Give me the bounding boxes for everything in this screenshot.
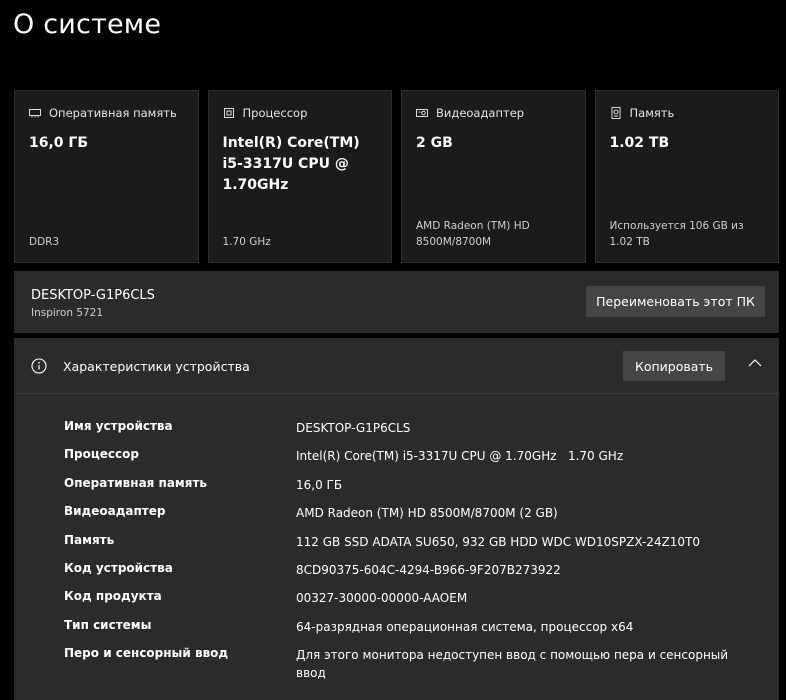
spec-value: 00327-30000-00000-AAOEM	[296, 591, 468, 606]
spec-value: DESKTOP-G1P6CLS	[296, 421, 411, 435]
spec-row: Тип системы 64-разрядная операционная си…	[14, 613, 779, 641]
spec-row: Память 112 GB SSD ADATA SU650, 932 GB HD…	[14, 528, 779, 556]
spec-rows: Имя устройства DESKTOP-G1P6CLS Процессор…	[14, 414, 779, 680]
spec-row: Видеоадаптер AMD Radeon (TM) HD 8500M/87…	[14, 499, 779, 527]
info-icon	[31, 358, 47, 374]
card-value: 1.02 TB	[609, 135, 670, 151]
spec-row: Процессор Intel(R) Core(TM) i5-3317U CPU…	[14, 442, 779, 470]
spec-row: Перо и сенсорный ввод Для этого монитора…	[14, 641, 779, 680]
spec-label: Видеоадаптер	[64, 504, 166, 519]
spec-value: 64-разрядная операционная система, проце…	[296, 619, 634, 634]
chevron-up-icon[interactable]	[748, 358, 762, 368]
card-label: Память	[629, 106, 675, 120]
card-value: 16,0 ГБ	[29, 135, 89, 151]
card-storage: Память 1.02 TB Используется 106 GB из 1.…	[594, 90, 779, 263]
pc-name-bar: DESKTOP-G1P6CLS Inspiron 5721 Переименов…	[14, 271, 779, 333]
card-label: Оперативная память	[49, 106, 177, 120]
summary-cards: Оперативная память 16,0 ГБ DDR3 Процессо…	[14, 90, 779, 263]
spec-row: Имя устройства DESKTOP-G1P6CLS	[14, 414, 779, 442]
card-header: Процессор	[223, 106, 308, 120]
spec-label: Код устройства	[64, 560, 173, 575]
spec-value: 112 GB SSD ADATA SU650, 932 GB HDD WDC W…	[296, 534, 701, 549]
card-value: Intel(R) Core(TM) i5-3317U CPU @ 1.70GHz	[222, 135, 360, 193]
card-footer: 1.70 GHz	[222, 236, 271, 248]
card-header: Память	[610, 106, 675, 120]
card-footer: DDR3	[29, 236, 60, 248]
spec-value: Intel(R) Core(TM) i5-3317U CPU @ 1.70GHz…	[296, 449, 624, 464]
card-processor: Процессор Intel(R) Core(TM) i5-3317U CPU…	[207, 90, 392, 263]
spec-value: 16,0 ГБ	[296, 477, 343, 492]
copy-button[interactable]: Копировать	[623, 351, 725, 381]
spec-label: Оперативная память	[64, 475, 207, 490]
spec-label: Тип системы	[64, 617, 152, 632]
page-title: О системе	[13, 9, 162, 40]
card-footer: AMD Radeon (TM) HD 8500M/8700M	[416, 220, 530, 248]
card-label: Видеоадаптер	[436, 106, 525, 120]
spec-row: Код продукта 00327-30000-00000-AAOEM	[14, 584, 779, 612]
card-header: Видеоадаптер	[416, 106, 524, 120]
spec-value: AMD Radeon (TM) HD 8500M/8700M (2 GB)	[296, 506, 558, 521]
pc-model: Inspiron 5721	[31, 307, 104, 319]
device-specifications: Характеристики устройства Копировать Имя…	[14, 338, 779, 700]
specs-title: Характеристики устройства	[63, 359, 250, 374]
card-memory: Оперативная память 16,0 ГБ DDR3	[14, 90, 199, 263]
spec-label: Код продукта	[64, 589, 162, 604]
pc-name: DESKTOP-G1P6CLS	[31, 288, 155, 303]
about-system-page: О системе Оперативная память 16,0 ГБ DDR…	[0, 0, 786, 700]
storage-icon	[611, 107, 620, 119]
processor-icon	[223, 108, 234, 118]
rename-pc-button[interactable]: Переименовать этот ПК	[586, 286, 765, 317]
card-display-adapter: Видеоадаптер 2 GB AMD Radeon (TM) HD 850…	[401, 90, 586, 263]
spec-label: Имя устройства	[64, 419, 173, 433]
spec-value: Для этого монитора недоступен ввод с пом…	[296, 648, 729, 681]
spec-label: Память	[64, 532, 115, 547]
spec-row: Оперативная память 16,0 ГБ	[14, 471, 779, 499]
spec-label: Процессор	[64, 447, 139, 462]
memory-icon	[29, 109, 41, 118]
card-footer: Используется 106 GB из 1.02 TB	[609, 220, 744, 248]
card-label: Процессор	[242, 106, 308, 120]
card-header: Оперативная память	[29, 106, 177, 120]
spec-row: Код устройства 8CD90375-604C-4294-B966-9…	[14, 556, 779, 584]
display-adapter-icon	[416, 109, 428, 117]
specs-header[interactable]: Характеристики устройства Копировать	[14, 338, 779, 394]
spec-label: Перо и сенсорный ввод	[64, 646, 229, 661]
spec-value: 8CD90375-604C-4294-B966-9F207B273922	[296, 562, 561, 577]
card-value: 2 GB	[416, 135, 453, 151]
